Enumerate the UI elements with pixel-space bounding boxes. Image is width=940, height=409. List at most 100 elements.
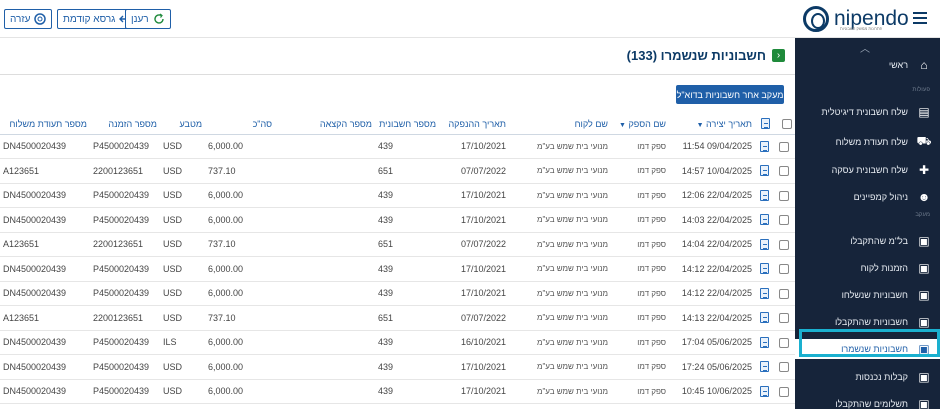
menu-icon[interactable] xyxy=(913,12,927,24)
cell-customer: מנועי בית שמש בע"מ xyxy=(509,281,611,306)
cell-allocation-number xyxy=(275,158,375,184)
cell-invoice-number: 651 xyxy=(375,232,439,257)
table-row[interactable]: 11:54 09/04/2025 ספק דמו מנועי בית שמש בע"… xyxy=(0,134,795,159)
table-row[interactable]: 14:03 22/04/2025 ספק דמו מנועי בית שמש בע"… xyxy=(0,207,795,233)
cell-order-number: 2200123651 xyxy=(90,305,160,331)
table-row[interactable]: 14:12 22/04/2025 ספק דמו מנועי בית שמש בע"… xyxy=(0,281,795,306)
column-customer[interactable]: שם לקוח xyxy=(509,114,611,135)
campaign-users-icon: ☻ xyxy=(917,190,931,204)
row-select-cell xyxy=(773,330,795,355)
row-doc-cell xyxy=(755,158,773,184)
document-icon[interactable] xyxy=(759,287,769,299)
row-checkbox[interactable] xyxy=(779,313,789,324)
row-checkbox[interactable] xyxy=(779,141,789,152)
section-actions-label: פעולות xyxy=(912,87,930,93)
sort-arrow-icon: ▼ xyxy=(619,121,626,129)
collapse-chevron-icon[interactable]: ︿ xyxy=(860,40,870,55)
sidebar-item-received-docs[interactable]: ▣ בל"מ שהתקבלו xyxy=(795,231,940,251)
document-icon[interactable] xyxy=(759,361,769,373)
cell-issue-date: 07/07/2022 xyxy=(439,232,509,257)
row-doc-cell xyxy=(755,330,773,355)
table-row[interactable]: 12:06 22/04/2025 ספק דמו מנועי בית שמש בע"… xyxy=(0,183,795,208)
column-total[interactable]: סה"כ xyxy=(205,114,275,135)
row-checkbox[interactable] xyxy=(779,337,789,348)
row-checkbox[interactable] xyxy=(779,239,789,250)
row-checkbox[interactable] xyxy=(779,166,789,177)
row-doc-cell xyxy=(755,207,773,233)
cell-order-number: P4500020439 xyxy=(90,330,160,355)
document-icon[interactable] xyxy=(759,140,769,152)
sidebar-item-delivery-truck[interactable]: ⛟ שלח תעודת משלוח xyxy=(795,132,940,152)
sidebar-item-incoming-receipts[interactable]: ▣ קבלות נכנסות xyxy=(795,367,940,387)
row-checkbox[interactable] xyxy=(779,264,789,275)
row-checkbox[interactable] xyxy=(779,215,789,226)
invoices-table: תאריך יצירה ▼ שם הספק ▼ שם לקוח תאריך הה… xyxy=(0,114,795,404)
payments-received-icon: ▣ xyxy=(918,397,930,409)
table-row[interactable]: 10:45 10/06/2025 ספק דמו מנועי בית שמש בע"… xyxy=(0,379,795,404)
refresh-button[interactable]: רענן xyxy=(125,9,171,29)
nipendo-logo: nipendo פתרונות ממשק חשבוניות xyxy=(803,4,909,34)
document-icon[interactable] xyxy=(759,385,769,397)
cell-supplier: ספק דמו xyxy=(611,207,669,233)
sidebar-item-campaign-users[interactable]: ☻ ניהול קמפיינים xyxy=(795,187,940,207)
cell-delivery-number: A123651 xyxy=(0,232,90,257)
column-invoice-number[interactable]: מספר חשבונית xyxy=(375,114,439,135)
cell-total: 6,000.00 xyxy=(205,281,275,306)
sidebar-item-payments-received[interactable]: ▣ תשלומים שהתקבלו xyxy=(795,394,940,409)
sidebar-item-customer-orders[interactable]: ▣ הזמנות לקוח xyxy=(795,258,940,278)
row-doc-cell xyxy=(755,256,773,282)
select-all-checkbox[interactable] xyxy=(782,119,792,130)
document-icon[interactable] xyxy=(759,336,769,348)
incoming-receipts-icon: ▣ xyxy=(918,370,930,384)
cell-customer: מנועי בית שמש בע"מ xyxy=(509,134,611,159)
document-icon[interactable] xyxy=(759,238,769,250)
sidebar-item-saved-invoices[interactable]: ▣ חשבוניות שנשמרו xyxy=(795,339,940,359)
document-icon[interactable] xyxy=(759,263,769,275)
table-row[interactable]: 14:57 10/04/2025 ספק דמו מנועי בית שמש בע"… xyxy=(0,158,795,184)
table-row[interactable]: 14:13 22/04/2025 ספק דמו מנועי בית שמש בע"… xyxy=(0,305,795,331)
column-currency[interactable]: מטבע xyxy=(160,114,205,135)
sidebar-item-pro-invoice[interactable]: ✚ שלח חשבונית עסקה xyxy=(795,160,940,180)
document-icon[interactable] xyxy=(759,189,769,201)
row-doc-cell xyxy=(755,305,773,331)
row-checkbox[interactable] xyxy=(779,362,789,373)
column-issue-date[interactable]: תאריך ההנפקה xyxy=(439,114,509,135)
document-icon[interactable] xyxy=(759,214,769,226)
table-row[interactable]: 14:12 22/04/2025 ספק דמו מנועי בית שמש בע"… xyxy=(0,256,795,282)
sidebar-item-sent-invoices[interactable]: ▣ חשבוניות שנשלחו xyxy=(795,285,940,305)
cell-created: 17:24 05/06/2025 xyxy=(669,354,755,380)
row-select-cell xyxy=(773,232,795,257)
column-allocation-number[interactable]: מספר הקצאה xyxy=(275,114,375,135)
row-select-cell xyxy=(773,281,795,306)
sidebar-item-label: תשלומים שהתקבלו xyxy=(835,399,908,409)
row-select-cell xyxy=(773,354,795,380)
cell-customer: מנועי בית שמש בע"מ xyxy=(509,305,611,331)
home-icon: ⌂ xyxy=(920,58,928,72)
cell-invoice-number: 651 xyxy=(375,158,439,184)
delivery-truck-icon: ⛟ xyxy=(916,134,932,148)
table-row[interactable]: 14:04 22/04/2025 ספק דמו מנועי בית שמש בע"… xyxy=(0,232,795,257)
sidebar-item-received-invoices[interactable]: ▣ חשבוניות שהתקבלו xyxy=(795,312,940,332)
column-supplier[interactable]: שם הספק ▼ xyxy=(611,114,669,135)
document-icon[interactable] xyxy=(759,312,769,324)
sidebar-item-digital-invoice[interactable]: ▤ שלח חשבונית דיגיטלית xyxy=(795,102,940,122)
column-created[interactable]: תאריך יצירה ▼ xyxy=(669,114,755,135)
saved-invoices-icon: ▣ xyxy=(918,342,930,356)
cell-total: 6,000.00 xyxy=(205,330,275,355)
row-checkbox[interactable] xyxy=(779,386,789,397)
cell-total: 6,000.00 xyxy=(205,354,275,380)
column-delivery-number[interactable]: מספר תעודת משלוח xyxy=(0,114,90,135)
sidebar-item-home[interactable]: ⌂ ראשי xyxy=(795,55,940,75)
cell-order-number: P4500020439 xyxy=(90,379,160,404)
row-checkbox[interactable] xyxy=(779,190,789,201)
table-row[interactable]: 17:04 05/06/2025 ספק דמו מנועי בית שמש בע"… xyxy=(0,330,795,355)
back-chevron-icon[interactable]: ‹ xyxy=(772,48,785,62)
email-tracking-button[interactable]: מעקב אחר חשבוניות בדוא"ל xyxy=(676,85,784,104)
document-icon[interactable] xyxy=(759,165,769,177)
row-checkbox[interactable] xyxy=(779,288,789,299)
select-all-cell xyxy=(773,114,795,135)
column-order-number[interactable]: מספר הזמנה xyxy=(90,114,160,135)
help-button[interactable]: עזרה xyxy=(4,9,53,29)
cell-currency: USD xyxy=(160,305,205,331)
table-row[interactable]: 17:24 05/06/2025 ספק דמו מנועי בית שמש בע"… xyxy=(0,354,795,380)
